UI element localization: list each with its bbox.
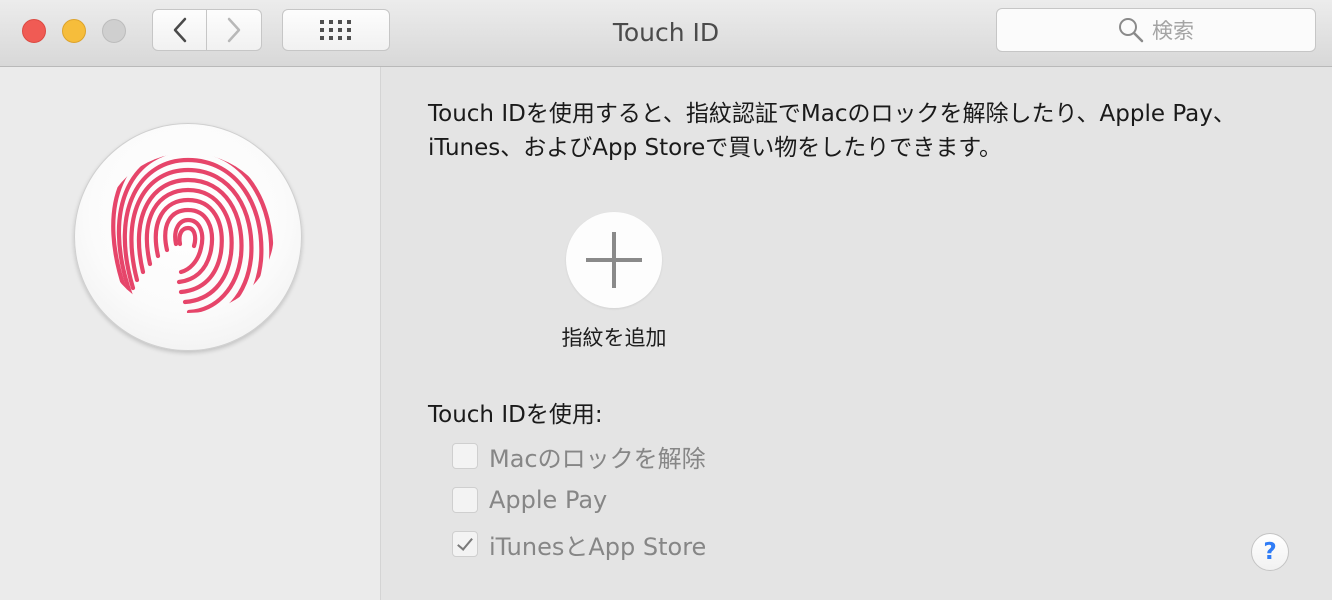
description-line-1: Touch IDを使用すると、指紋認証でMacのロックを解除したり、Apple … xyxy=(428,101,1236,127)
title-bar: Touch ID 検索 xyxy=(0,0,1332,67)
search-icon xyxy=(1119,18,1144,43)
plus-icon xyxy=(612,232,616,288)
option-unlock-mac[interactable]: Macのロックを解除 xyxy=(452,440,706,473)
add-fingerprint-label: 指紋を追加 xyxy=(561,326,667,350)
touch-id-description: Touch IDを使用すると、指紋認証でMacのロックを解除したり、Apple … xyxy=(428,97,1308,165)
itunes-app-store-label: iTunesとApp Store xyxy=(489,532,707,561)
search-placeholder: 検索 xyxy=(1152,19,1194,43)
sidebar xyxy=(0,67,381,600)
description-line-2: iTunes、およびApp Storeで買い物をしたりできます。 xyxy=(428,135,1002,161)
option-itunes-app-store[interactable]: iTunesとApp Store xyxy=(452,528,707,561)
apple-pay-checkbox[interactable] xyxy=(452,487,478,513)
search-field[interactable]: 検索 xyxy=(996,8,1316,52)
help-button[interactable]: ? xyxy=(1251,533,1289,571)
use-touch-id-heading: Touch IDを使用: xyxy=(428,402,603,428)
add-fingerprint-button[interactable] xyxy=(566,212,662,308)
unlock-mac-checkbox[interactable] xyxy=(452,443,478,469)
touch-id-badge xyxy=(74,123,302,351)
itunes-app-store-checkbox[interactable] xyxy=(452,531,478,557)
option-apple-pay[interactable]: Apple Pay xyxy=(452,484,607,516)
unlock-mac-label: Macのロックを解除 xyxy=(489,444,706,473)
fingerprint-icon xyxy=(111,153,274,313)
apple-pay-label: Apple Pay xyxy=(489,486,608,514)
